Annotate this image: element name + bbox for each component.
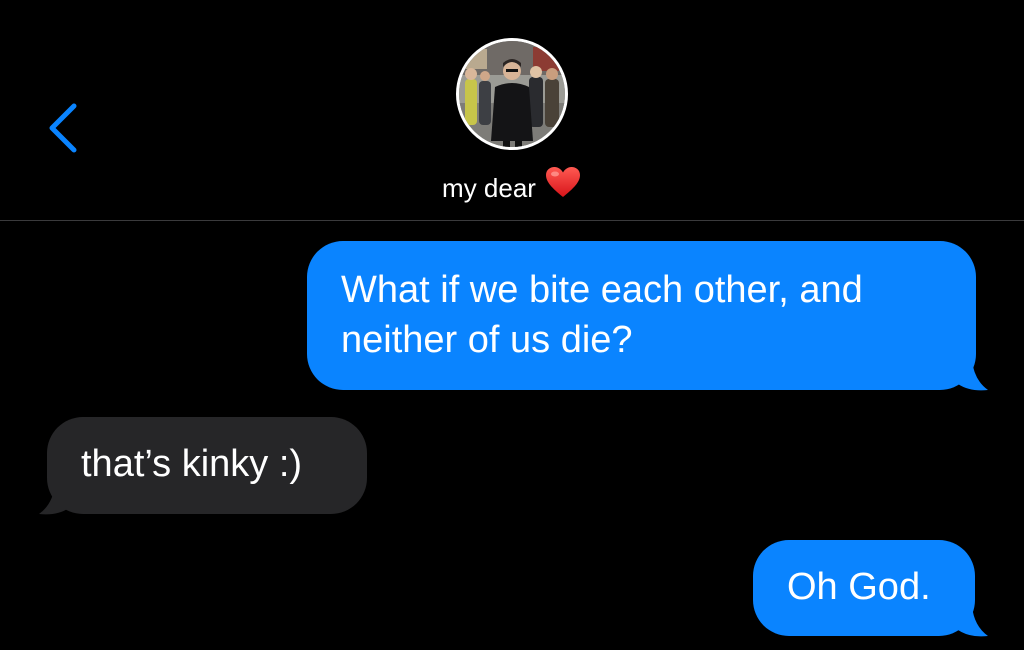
bubble-tail — [950, 360, 988, 391]
message-bubble-sent[interactable]: What if we bite each other, and neither … — [307, 241, 976, 390]
conversation-header: my dear — [0, 0, 1024, 220]
message-text: that’s kinky :) — [81, 443, 303, 485]
chevron-left-icon — [49, 103, 77, 153]
message-text: Oh God. — [787, 566, 931, 608]
contact-avatar[interactable] — [456, 38, 568, 150]
message-text: What if we bite each other, and neither … — [341, 269, 863, 361]
red-heart-icon — [544, 165, 582, 210]
message-bubble-received[interactable]: that’s kinky :) — [47, 417, 367, 514]
contact-name: my dear — [442, 173, 536, 203]
header-divider — [0, 220, 1024, 221]
avatar-photo — [459, 41, 565, 147]
messages-app: my dear What if we bite each other, and … — [0, 0, 1024, 650]
back-button[interactable] — [40, 100, 86, 156]
bubble-tail — [39, 484, 77, 515]
contact-name-row[interactable]: my dear — [0, 165, 1024, 210]
bubble-tail — [950, 606, 988, 637]
message-bubble-sent[interactable]: Oh God. — [753, 540, 975, 636]
